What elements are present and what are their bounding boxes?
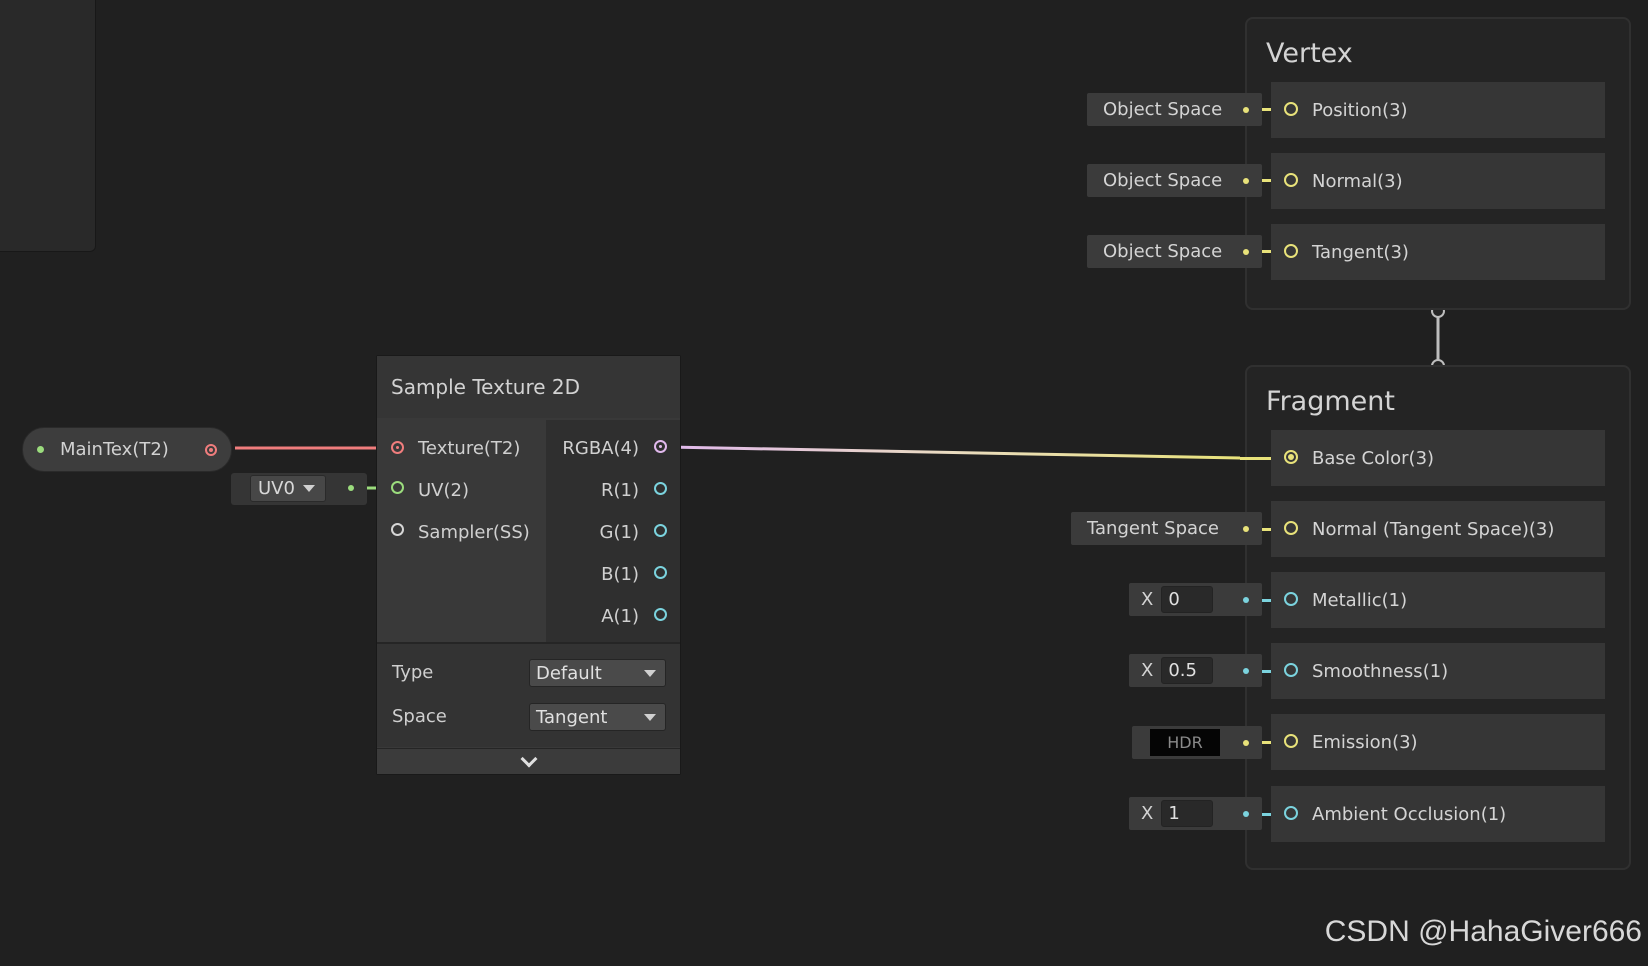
slot-label: Position(3) xyxy=(1312,99,1408,121)
uv-channel-dropdown[interactable]: UV0 xyxy=(250,475,326,502)
uv-connector-icon xyxy=(348,485,354,491)
output-a-label: A(1) xyxy=(601,606,639,627)
output-g-label: G(1) xyxy=(599,522,639,543)
space-value: Object Space xyxy=(1103,170,1223,191)
ambient-occlusion-value-input[interactable]: X 1 xyxy=(1129,797,1262,830)
g-output-port-icon[interactable] xyxy=(654,524,667,537)
slot-label: Normal (Tangent Space)(3) xyxy=(1312,518,1555,540)
object-space-input[interactable]: Object Space xyxy=(1087,164,1262,197)
port-dot-icon xyxy=(396,446,399,449)
dropdown-arrow-icon xyxy=(644,670,656,677)
slot-label: Tangent(3) xyxy=(1312,241,1409,263)
space-value: Tangent Space xyxy=(1087,518,1219,539)
chevron-down-icon xyxy=(520,750,537,767)
slot-label: Normal(3) xyxy=(1312,170,1403,192)
slot-smoothness[interactable]: Smoothness(1) xyxy=(1271,643,1605,699)
node-expand-toggle[interactable] xyxy=(377,748,680,774)
slot-label: Smoothness(1) xyxy=(1312,660,1449,682)
watermark: CSDN @HahaGiver666 xyxy=(1324,915,1642,948)
ambient-occlusion-field[interactable]: 1 xyxy=(1161,800,1214,827)
a-output-port-icon[interactable] xyxy=(654,608,667,621)
smoothness-value-input[interactable]: X 0.5 xyxy=(1129,654,1262,687)
type-value: Default xyxy=(536,662,602,684)
slot-port-icon[interactable] xyxy=(1284,806,1298,820)
tangent-space-input[interactable]: Tangent Space xyxy=(1071,512,1262,545)
space-dropdown[interactable]: Tangent xyxy=(529,703,666,731)
slot-label: Metallic(1) xyxy=(1312,589,1408,611)
slot-port-icon[interactable] xyxy=(1284,102,1298,116)
space-value: Tangent xyxy=(536,706,608,728)
type-label: Type xyxy=(392,662,434,683)
slot-normal[interactable]: Normal(3) xyxy=(1271,153,1605,209)
object-space-input[interactable]: Object Space xyxy=(1087,235,1262,268)
r-output-port-icon[interactable] xyxy=(654,482,667,495)
input-sampler-label: Sampler(SS) xyxy=(418,522,530,543)
type-dropdown[interactable]: Default xyxy=(529,659,666,687)
vertex-title: Vertex xyxy=(1266,38,1353,69)
connector-icon xyxy=(1243,249,1249,255)
slot-port-icon[interactable] xyxy=(1284,592,1298,606)
connector-icon xyxy=(1243,811,1249,817)
metallic-field[interactable]: 0 xyxy=(1161,586,1214,613)
dropdown-arrow-icon xyxy=(644,714,656,721)
connector-icon xyxy=(1243,597,1249,603)
slot-tangent[interactable]: Tangent(3) xyxy=(1271,224,1605,280)
input-texture-label: Texture(T2) xyxy=(418,438,521,459)
output-b-label: B(1) xyxy=(601,564,639,585)
dropdown-arrow-icon xyxy=(302,485,315,492)
connector-icon xyxy=(1243,178,1249,184)
space-value: Object Space xyxy=(1103,99,1223,120)
property-indicator-icon xyxy=(37,446,44,453)
property-label: MainTex(T2) xyxy=(60,439,169,460)
b-output-port-icon[interactable] xyxy=(654,566,667,579)
hdr-color-swatch[interactable]: HDR xyxy=(1150,729,1220,756)
slot-normal-tangent-space[interactable]: Normal (Tangent Space)(3) xyxy=(1271,501,1605,557)
maintex-property-node[interactable]: MainTex(T2) xyxy=(22,427,232,472)
slot-port-icon[interactable] xyxy=(1284,521,1298,535)
space-label: Space xyxy=(392,706,447,727)
sampler-input-port-icon[interactable] xyxy=(391,523,404,536)
fragment-title: Fragment xyxy=(1266,386,1395,417)
uv-channel-value: UV0 xyxy=(258,478,295,499)
output-rgba-label: RGBA(4) xyxy=(562,438,639,459)
port-dot-icon xyxy=(659,445,662,448)
slot-port-icon[interactable] xyxy=(1284,173,1298,187)
slot-port-icon[interactable] xyxy=(1284,734,1298,748)
slot-emission[interactable]: Emission(3) xyxy=(1271,714,1605,770)
axis-label: X xyxy=(1141,803,1154,824)
slot-port-icon[interactable] xyxy=(1284,244,1298,258)
connector-icon xyxy=(1243,526,1249,532)
side-panel xyxy=(0,0,96,252)
node-title[interactable]: Sample Texture 2D xyxy=(377,356,680,418)
axis-label: X xyxy=(1141,589,1154,610)
slot-ambient-occlusion[interactable]: Ambient Occlusion(1) xyxy=(1271,786,1605,842)
slot-label: Base Color(3) xyxy=(1312,447,1435,469)
axis-label: X xyxy=(1141,660,1154,681)
smoothness-field[interactable]: 0.5 xyxy=(1161,657,1214,684)
slot-port-icon[interactable] xyxy=(1284,663,1298,677)
slot-metallic[interactable]: Metallic(1) xyxy=(1271,572,1605,628)
output-r-label: R(1) xyxy=(600,480,639,501)
slot-base-color[interactable]: Base Color(3) xyxy=(1271,430,1605,486)
slot-port-icon[interactable] xyxy=(1284,450,1298,464)
object-space-input[interactable]: Object Space xyxy=(1087,93,1262,126)
emission-color-input[interactable]: HDR xyxy=(1132,726,1262,759)
rgba-wire xyxy=(667,445,1241,460)
metallic-value-input[interactable]: X 0 xyxy=(1129,583,1262,616)
connector-icon xyxy=(1243,668,1249,674)
slot-label: Ambient Occlusion(1) xyxy=(1312,803,1507,825)
uv-input-port-icon[interactable] xyxy=(391,481,404,494)
texture-output-port-icon[interactable] xyxy=(205,443,217,456)
space-value: Object Space xyxy=(1103,241,1223,262)
slot-position[interactable]: Position(3) xyxy=(1271,82,1605,138)
connector-icon xyxy=(1243,107,1249,113)
connector-icon xyxy=(1243,740,1249,746)
slot-label: Emission(3) xyxy=(1312,731,1418,753)
input-uv-label: UV(2) xyxy=(418,480,469,501)
